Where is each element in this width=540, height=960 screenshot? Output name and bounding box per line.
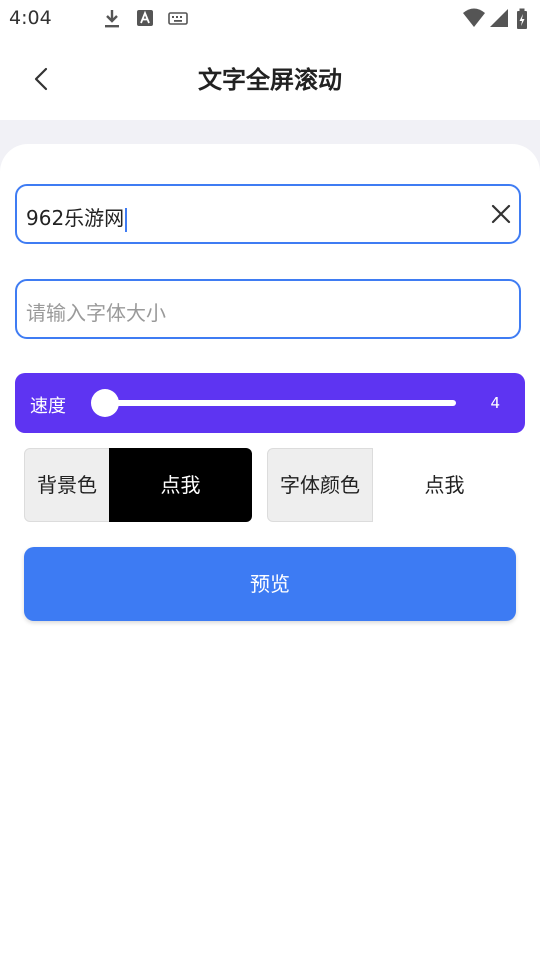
background-color-label: 背景色 — [24, 448, 110, 522]
font-size-input[interactable]: 请输入字体大小 — [15, 279, 521, 339]
status-time: 4:04 — [9, 7, 52, 29]
scroll-text-input[interactable]: 962乐游网 — [15, 184, 521, 244]
speed-value: 4 — [490, 394, 500, 412]
background-color-button[interactable]: 点我 — [109, 448, 252, 522]
divider-band — [0, 120, 540, 146]
wifi-icon — [463, 8, 485, 27]
speed-label: 速度 — [30, 396, 66, 417]
font-color-button[interactable]: 点我 — [373, 448, 516, 522]
app-bar: 文字全屏滚动 — [0, 38, 540, 120]
signal-icon — [490, 9, 508, 27]
battery-icon — [517, 8, 527, 29]
font-size-placeholder: 请输入字体大小 — [26, 301, 166, 325]
scroll-text-value: 962乐游网 — [26, 206, 125, 230]
keyboard-icon — [168, 12, 188, 25]
font-a-icon — [137, 10, 153, 26]
page-title: 文字全屏滚动 — [198, 66, 342, 94]
font-color-label: 字体颜色 — [267, 448, 373, 522]
text-caret — [125, 207, 128, 232]
clear-text-button[interactable] — [489, 202, 513, 226]
speed-slider-thumb[interactable] — [91, 389, 119, 417]
speed-slider-track[interactable] — [105, 400, 456, 406]
preview-button[interactable]: 预览 — [24, 547, 516, 621]
status-bar: 4:04 — [0, 0, 540, 38]
close-icon — [491, 204, 511, 224]
speed-panel: 速度 4 — [15, 373, 525, 433]
download-icon — [105, 10, 119, 28]
